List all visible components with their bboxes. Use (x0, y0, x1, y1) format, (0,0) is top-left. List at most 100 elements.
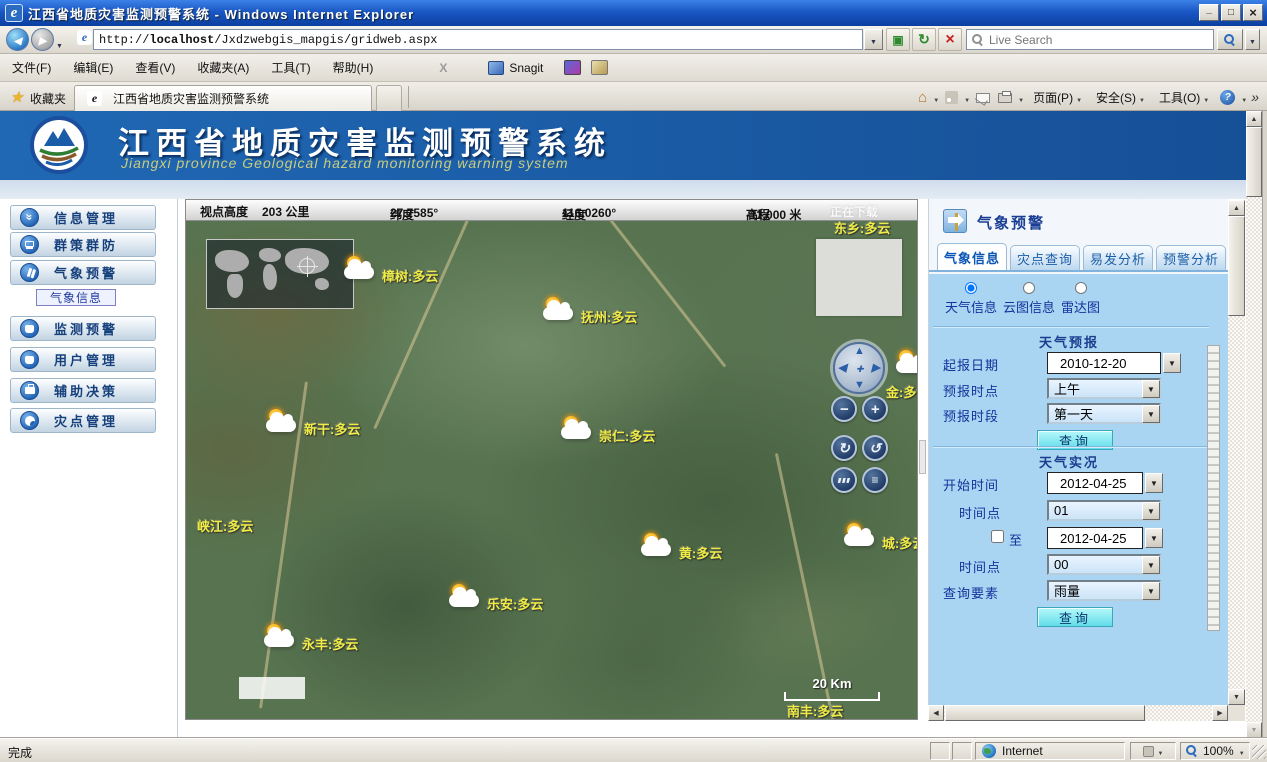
command-menu-item[interactable]: 页面(P) (1028, 86, 1087, 109)
sidebar-item-weather-warning[interactable]: 气象预警 (10, 260, 156, 285)
page-scrollbar-thumb[interactable] (1246, 127, 1262, 197)
radio-weather-info[interactable]: 天气信息 (945, 282, 997, 316)
read-mail-button[interactable] (974, 91, 992, 105)
snagit-button[interactable]: Snagit (481, 58, 550, 78)
chevron-down-icon[interactable] (1241, 89, 1247, 107)
radio-input[interactable] (1023, 282, 1035, 294)
resize-grip[interactable] (1252, 745, 1266, 759)
command-menu-item[interactable]: 安全(S) (1091, 86, 1150, 109)
search-go-button[interactable] (1217, 29, 1243, 50)
address-bar[interactable]: http://localhost/Jxdzwebgis_mapgis/gridw… (93, 29, 863, 50)
weather-marker[interactable] (896, 350, 918, 379)
tab-weather-info[interactable]: 气象信息 (937, 243, 1007, 270)
weather-marker[interactable]: 永丰:多云 (264, 624, 358, 653)
sidebar-item-user-management[interactable]: 用户管理 (10, 347, 156, 372)
actual-end-select[interactable]: 2012-04-25 (1047, 527, 1143, 549)
address-dropdown-button[interactable] (864, 29, 883, 50)
forward-button[interactable] (31, 28, 54, 51)
recent-pages-dropdown[interactable] (56, 35, 63, 53)
pan-down-icon[interactable] (854, 379, 865, 391)
more-commands-chevron-icon[interactable] (1251, 89, 1259, 107)
search-input[interactable] (989, 33, 1189, 47)
page-scroll-up-button[interactable] (1246, 111, 1262, 127)
favorites-label[interactable]: 收藏夹 (30, 90, 66, 107)
panel-scroll-down-button[interactable] (1228, 689, 1245, 705)
snagit-editor-icon[interactable] (591, 60, 608, 75)
forecast-date-select[interactable]: 2010-12-20 (1047, 352, 1161, 374)
sidebar-item-decision-support[interactable]: 辅助决策 (10, 378, 156, 403)
panel-scroll-left-button[interactable] (928, 705, 944, 721)
radio-cloud-image[interactable]: 云图信息 (1003, 282, 1055, 316)
menu-item[interactable]: 工具(T) (261, 55, 320, 80)
radio-input[interactable] (965, 282, 977, 294)
chevron-down-icon[interactable] (1145, 473, 1163, 493)
back-button[interactable] (6, 28, 29, 51)
favorites-star-icon[interactable] (10, 88, 23, 106)
sidebar-item-monitoring-warning[interactable]: 监测预警 (10, 316, 156, 341)
radio-input[interactable] (1075, 282, 1087, 294)
menu-item[interactable]: 查看(V) (125, 55, 185, 80)
command-menu-item[interactable]: 工具(O) (1154, 86, 1214, 109)
menu-item[interactable]: 编辑(E) (63, 55, 123, 80)
help-button[interactable] (1218, 88, 1237, 107)
tilt-button[interactable] (831, 467, 857, 493)
zoom-out-button[interactable] (831, 396, 857, 422)
live-search-box[interactable] (966, 29, 1214, 50)
chevron-down-icon[interactable] (1142, 556, 1160, 574)
rotate-counterclockwise-button[interactable] (862, 435, 888, 461)
panel-splitter-handle[interactable] (919, 440, 926, 474)
weather-marker[interactable]: 抚州:多云 (543, 297, 637, 326)
map-pan-control[interactable] (833, 342, 885, 394)
feeds-button[interactable] (943, 89, 960, 106)
minimize-button[interactable] (1199, 4, 1219, 21)
forecast-query-button[interactable]: 查询 (1037, 430, 1113, 450)
chevron-down-icon[interactable] (1163, 353, 1181, 373)
world-overview-inset[interactable] (206, 239, 354, 309)
chevron-down-icon[interactable] (1142, 582, 1160, 600)
weather-marker[interactable]: 崇仁:多云 (561, 416, 655, 445)
refresh-button[interactable] (912, 28, 936, 51)
pan-right-icon[interactable] (872, 361, 880, 374)
pan-up-icon[interactable] (854, 345, 865, 357)
sidebar-item-group-prevention[interactable]: 群策群防 (10, 232, 156, 257)
chevron-down-icon[interactable] (1145, 528, 1163, 548)
protected-mode-cell[interactable] (1130, 742, 1176, 760)
weather-marker[interactable]: 黄:多云 (641, 533, 722, 562)
snagit-capture-icon[interactable] (564, 60, 581, 75)
actual-start-select[interactable]: 2012-04-25 (1047, 472, 1143, 494)
menu-item[interactable]: 收藏夹(A) (187, 55, 259, 80)
chevron-down-icon[interactable] (1142, 502, 1160, 520)
menu-item[interactable]: 文件(F) (2, 55, 61, 80)
weather-marker[interactable]: 城:多云 (844, 523, 918, 552)
panel-hscrollbar-thumb[interactable] (945, 705, 1145, 721)
sidebar-item-info-management[interactable]: 信息管理 (10, 205, 156, 230)
rotate-clockwise-button[interactable] (831, 435, 857, 461)
weather-marker[interactable]: 乐安:多云 (449, 584, 543, 613)
map-viewport[interactable]: 樟树:多云 抚州:多云 新干:多云 崇仁:多云 黄:多云 城:多云 (185, 199, 918, 720)
to-checkbox[interactable] (991, 530, 1004, 543)
go-button[interactable] (886, 28, 910, 51)
stop-button[interactable] (938, 28, 962, 51)
weather-marker[interactable]: 樟树:多云 (344, 256, 438, 285)
home-button[interactable] (916, 87, 929, 108)
page-tab[interactable]: e 江西省地质灾害监测预警系统 (74, 85, 372, 111)
toolbar-close-icon[interactable]: X (431, 57, 455, 79)
chevron-down-icon[interactable] (1142, 380, 1160, 398)
sidebar-item-hazard-point-management[interactable]: 灾点管理 (10, 408, 156, 433)
zoom-in-button[interactable] (862, 396, 888, 422)
panel-scroll-right-button[interactable] (1212, 705, 1228, 721)
panel-scroll-up-button[interactable] (1228, 200, 1245, 216)
close-button[interactable] (1243, 4, 1263, 21)
page-scroll-down-button[interactable] (1246, 722, 1262, 738)
search-options-dropdown[interactable] (1245, 29, 1260, 50)
collapsed-panel-strip[interactable] (1207, 345, 1220, 631)
menu-item[interactable]: 帮助(H) (323, 55, 384, 80)
print-button[interactable] (996, 91, 1014, 105)
new-tab-stub[interactable] (376, 85, 402, 111)
sidebar-subitem-weather-info[interactable]: 气象信息 (36, 289, 116, 306)
chevron-down-icon[interactable] (933, 89, 939, 107)
actual-query-button[interactable]: 查询 (1037, 607, 1113, 627)
tab-hazard-query[interactable]: 灾点查询 (1010, 245, 1080, 270)
tab-susceptibility-analysis[interactable]: 易发分析 (1083, 245, 1153, 270)
pan-left-icon[interactable] (838, 361, 846, 374)
